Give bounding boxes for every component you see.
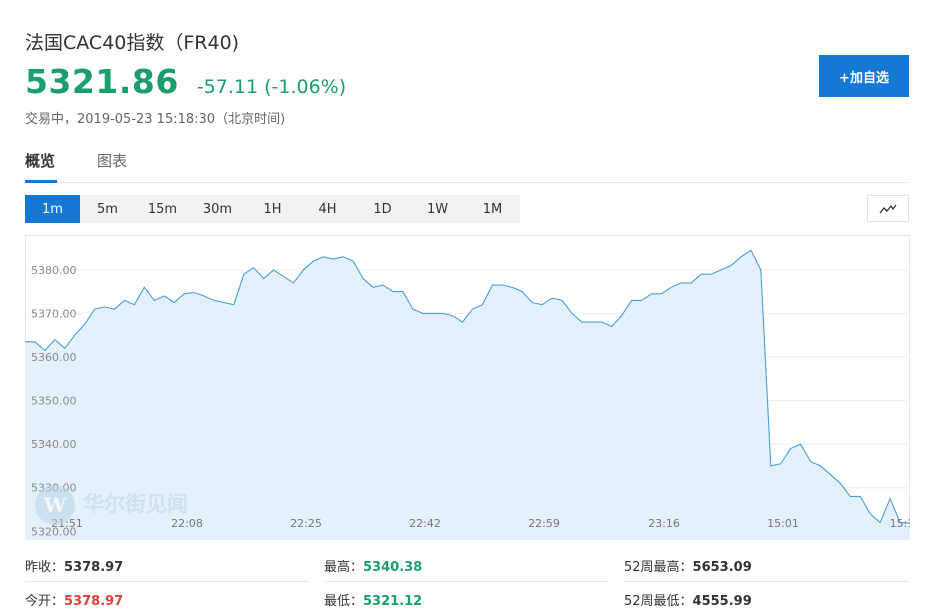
trading-status: 交易中，2019-05-23 15:18:30（北京时间) <box>25 112 286 127</box>
stat-prev-close: 昨收：5378.97 <box>25 560 124 575</box>
price-row: 5321.86 -57.11 (-1.06%) <box>25 62 346 101</box>
x-tick-label: 15:01 <box>767 517 799 530</box>
x-tick-label: 22:59 <box>528 517 560 530</box>
stats-row: 昨收：5378.97 最高：5340.38 52周最高：5653.09 <box>25 548 909 582</box>
price-chart[interactable]: 5380.005370.005360.005350.005340.005330.… <box>25 235 910 540</box>
stat-52w-low: 52周最低：4555.99 <box>624 594 752 609</box>
chart-type-button[interactable] <box>867 195 909 222</box>
y-tick-label: 5350.00 <box>31 395 77 408</box>
line-chart-icon <box>879 204 897 213</box>
stat-52w-high: 52周最高：5653.09 <box>624 560 752 575</box>
period-1mo[interactable]: 1M <box>465 195 520 223</box>
period-1h[interactable]: 1H <box>245 195 300 223</box>
period-5m[interactable]: 5m <box>80 195 135 223</box>
x-tick-label: 22:42 <box>409 517 441 530</box>
x-tick-label: 22:25 <box>290 517 322 530</box>
y-tick-label: 5340.00 <box>31 438 77 451</box>
stat-low: 最低：5321.12 <box>324 594 423 609</box>
y-tick-label: 5380.00 <box>31 264 77 277</box>
tab-chart[interactable]: 图表 <box>97 150 137 183</box>
stat-open: 今开：5378.97 <box>25 594 124 609</box>
tab-overview[interactable]: 概览 <box>25 150 57 183</box>
period-1m[interactable]: 1m <box>25 195 80 223</box>
page-title: 法国CAC40指数（FR40) <box>25 32 240 54</box>
x-tick-label: 15:1 <box>890 517 910 530</box>
stats-row: 今开：5378.97 最低：5321.12 52周最低：4555.99 <box>25 582 909 615</box>
x-tick-label: 23:16 <box>648 517 680 530</box>
current-price: 5321.86 <box>25 62 179 101</box>
watermark-logo-icon: W <box>43 493 67 517</box>
watermark-text: 华尔街见闻 <box>83 492 188 516</box>
period-4h[interactable]: 4H <box>300 195 355 223</box>
period-15m[interactable]: 15m <box>135 195 190 223</box>
tab-bar: 概览 图表 <box>25 150 909 183</box>
y-tick-label: 5360.00 <box>31 351 77 364</box>
y-tick-label: 5370.00 <box>31 307 77 320</box>
period-1w[interactable]: 1W <box>410 195 465 223</box>
add-watchlist-button[interactable]: +加自选 <box>819 55 909 97</box>
period-selector: 1m 5m 15m 30m 1H 4H 1D 1W 1M <box>25 195 520 223</box>
period-30m[interactable]: 30m <box>190 195 245 223</box>
x-tick-label: 22:08 <box>171 517 203 530</box>
stat-high: 最高：5340.38 <box>324 560 423 575</box>
price-change: -57.11 (-1.06%) <box>196 76 347 98</box>
period-1d[interactable]: 1D <box>355 195 410 223</box>
